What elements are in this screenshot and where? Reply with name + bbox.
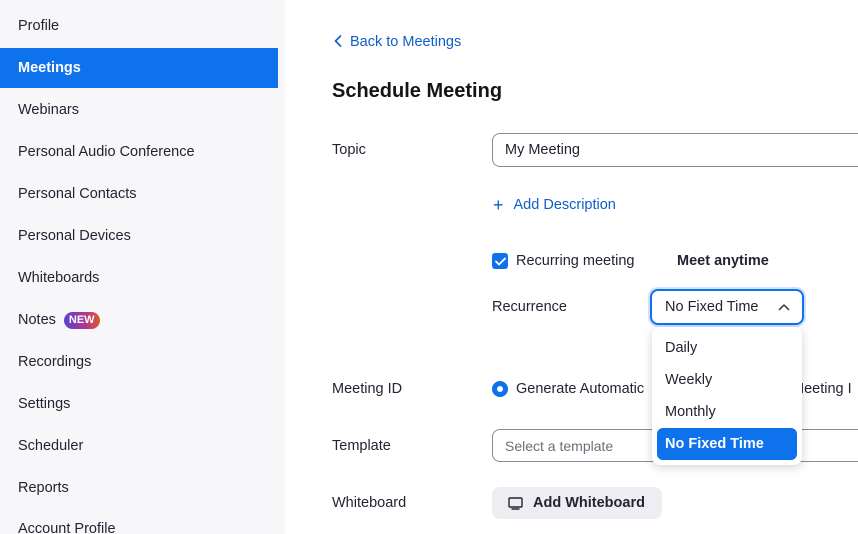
sidebar-item-account-profile[interactable]: Account Profile — [0, 509, 278, 534]
whiteboard-label: Whiteboard — [332, 495, 407, 511]
generate-automatically-option[interactable]: Generate Automatic — [492, 381, 644, 397]
recurrence-option-weekly[interactable]: Weekly — [652, 364, 797, 396]
meeting-id-label: Meeting ID — [332, 381, 403, 397]
recurrence-option-monthly[interactable]: Monthly — [652, 396, 797, 428]
add-whiteboard-button[interactable]: Add Whiteboard — [492, 487, 662, 519]
sidebar-item-scheduler[interactable]: Scheduler — [0, 426, 278, 466]
sidebar-item-meetings[interactable]: Meetings — [0, 48, 278, 88]
page-title: Schedule Meeting — [332, 80, 503, 102]
meet-anytime-text: Meet anytime — [677, 253, 769, 269]
sidebar-item-personal-audio-conference[interactable]: Personal Audio Conference — [0, 132, 278, 172]
sidebar: Profile Meetings Webinars Personal Audio… — [0, 0, 285, 534]
recurrence-select[interactable]: No Fixed Time — [650, 289, 804, 325]
sidebar-item-settings[interactable]: Settings — [0, 384, 278, 424]
sidebar-item-personal-contacts[interactable]: Personal Contacts — [0, 174, 278, 214]
recurrence-option-no-fixed-time[interactable]: No Fixed Time — [657, 428, 797, 460]
template-label: Template — [332, 438, 391, 454]
sidebar-item-profile[interactable]: Profile — [0, 6, 278, 46]
generate-automatically-radio[interactable] — [492, 381, 508, 397]
recurrence-option-daily[interactable]: Daily — [652, 332, 797, 364]
add-description-link[interactable]: + Add Description — [493, 195, 616, 215]
recurrence-label: Recurrence — [492, 299, 567, 315]
whiteboard-icon — [508, 496, 523, 510]
check-icon — [494, 257, 506, 265]
back-to-meetings-link[interactable]: Back to Meetings — [334, 34, 461, 50]
topic-label: Topic — [332, 142, 366, 158]
new-badge: NEW — [63, 311, 100, 329]
sidebar-item-webinars[interactable]: Webinars — [0, 90, 278, 130]
sidebar-item-notes[interactable]: Notes NEW — [0, 300, 278, 340]
sidebar-item-whiteboards[interactable]: Whiteboards — [0, 258, 278, 298]
sidebar-item-personal-devices[interactable]: Personal Devices — [0, 216, 278, 256]
recurring-meeting-checkbox-row[interactable]: Recurring meeting — [492, 253, 634, 269]
plus-icon: + — [493, 195, 504, 215]
recurring-meeting-checkbox[interactable] — [492, 253, 508, 269]
chevron-up-icon — [778, 299, 790, 315]
recurrence-dropdown-menu: Daily Weekly Monthly No Fixed Time — [652, 327, 802, 465]
sidebar-item-recordings[interactable]: Recordings — [0, 342, 278, 382]
sidebar-item-reports[interactable]: Reports — [0, 468, 278, 508]
recurring-meeting-label: Recurring meeting — [516, 253, 635, 269]
chevron-left-icon — [334, 34, 342, 50]
topic-input[interactable] — [492, 133, 858, 167]
